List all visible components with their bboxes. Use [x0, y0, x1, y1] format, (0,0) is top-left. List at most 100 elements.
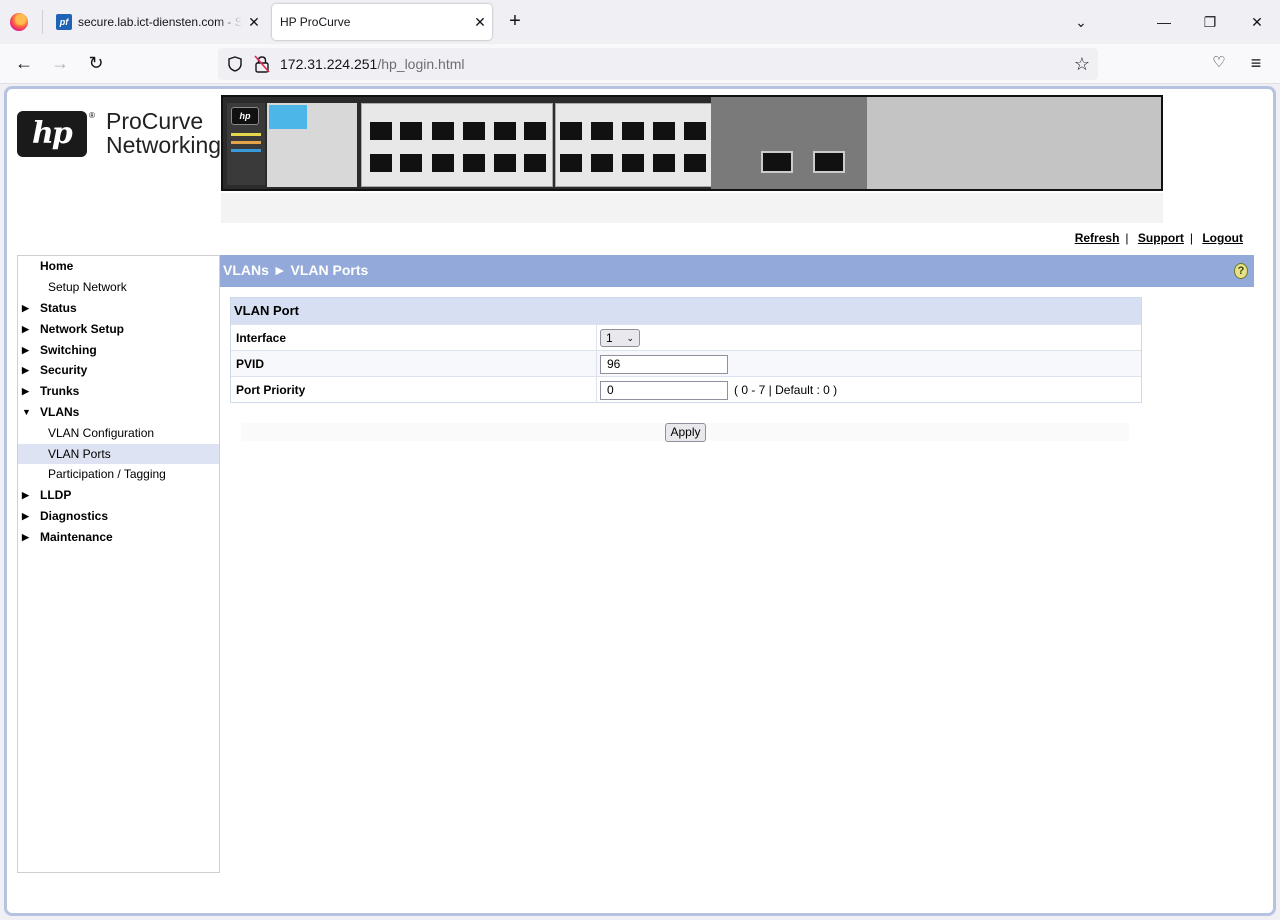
collapsed-arrow-icon: ▶ — [22, 511, 29, 521]
restore-icon[interactable]: ❐ — [1198, 10, 1222, 34]
port-14[interactable] — [560, 154, 582, 172]
sidebar-item-diagnostics[interactable]: ▶ Diagnostics — [18, 506, 219, 526]
reload-icon[interactable]: ↻ — [84, 52, 108, 76]
sidebar-item-lldp[interactable]: ▶ LLDP — [18, 485, 219, 505]
insecure-lock-icon[interactable] — [254, 55, 270, 73]
list-all-tabs-icon[interactable]: ⌄ — [1069, 10, 1093, 34]
sidebar-item-label: Status — [40, 301, 77, 315]
port-priority-label: Port Priority — [236, 383, 306, 397]
port-20[interactable] — [653, 154, 675, 172]
support-link[interactable]: Support — [1138, 231, 1184, 245]
sidebar-item-maintenance[interactable]: ▶ Maintenance — [18, 527, 219, 547]
port-22[interactable] — [684, 154, 706, 172]
minimize-icon[interactable]: — — [1152, 10, 1176, 34]
sidebar-item-vlan-configuration[interactable]: VLAN Configuration — [18, 423, 219, 443]
bookmark-star-icon[interactable]: ☆ — [1074, 54, 1090, 75]
firefox-menu-icon[interactable] — [10, 13, 28, 31]
sidebar-item-trunks[interactable]: ▶ Trunks — [18, 381, 219, 401]
sidebar-item-setup-network[interactable]: Setup Network — [18, 277, 219, 297]
collapsed-arrow-icon: ▶ — [22, 365, 29, 375]
interface-select[interactable]: 1 ⌄ — [600, 329, 640, 347]
url-bar[interactable]: 172.31.224.251/hp_login.html ☆ — [218, 48, 1098, 80]
sidebar-item-label: Diagnostics — [40, 509, 109, 523]
pocket-icon[interactable]: ♡ — [1207, 52, 1231, 76]
back-icon[interactable]: ← — [12, 52, 36, 76]
sidebar-item-label: Home — [40, 259, 74, 273]
collapsed-arrow-icon: ▶ — [22, 532, 29, 542]
sidebar-item-status[interactable]: ▶ Status — [18, 298, 219, 318]
sidebar-item-vlan-ports[interactable]: VLAN Ports — [18, 444, 219, 464]
tab-label: HP ProCurve — [280, 15, 351, 29]
sfp-port-25[interactable] — [761, 151, 793, 173]
tab-close-icon[interactable]: ✕ — [242, 14, 266, 31]
sidebar-item-security[interactable]: ▶ Security — [18, 360, 219, 380]
sidebar-item-label: LLDP — [40, 488, 72, 502]
port-18[interactable] — [622, 154, 644, 172]
shield-icon[interactable] — [228, 56, 242, 72]
port-4[interactable] — [400, 154, 422, 172]
sidebar-item-vlans[interactable]: ▼ VLANs — [18, 402, 219, 422]
port-10[interactable] — [494, 154, 516, 172]
port-16[interactable] — [591, 154, 613, 172]
sidebar-item-participation-tagging[interactable]: Participation / Tagging — [18, 464, 219, 484]
tab-pfsense[interactable]: pf secure.lab.ict-diensten.com - St ✕ — [48, 4, 266, 40]
table-title: VLAN Port — [231, 298, 1141, 324]
brand-line1: ProCurve — [106, 108, 204, 134]
tab-close-icon[interactable]: ✕ — [468, 14, 492, 31]
close-window-icon[interactable]: ✕ — [1245, 10, 1269, 34]
logout-link[interactable]: Logout — [1202, 231, 1243, 245]
cell-divider — [596, 325, 597, 351]
port-9[interactable] — [494, 122, 516, 140]
url-text[interactable]: 172.31.224.251/hp_login.html — [280, 56, 465, 72]
port-17[interactable] — [622, 122, 644, 140]
app-menu-icon[interactable]: ≡ — [1244, 52, 1268, 76]
sidebar-item-network-setup[interactable]: ▶ Network Setup — [18, 319, 219, 339]
registered-mark: ® — [89, 111, 95, 120]
port-priority-input[interactable]: 0 — [600, 381, 728, 400]
switch-front-panel-image: hp — [221, 95, 1163, 191]
port-5[interactable] — [432, 122, 454, 140]
pvid-label: PVID — [236, 357, 265, 371]
port-3[interactable] — [400, 122, 422, 140]
link-separator: | — [1189, 231, 1193, 245]
port-15[interactable] — [591, 122, 613, 140]
port-19[interactable] — [653, 122, 675, 140]
switch-hp-logo: hp — [231, 107, 259, 125]
pvid-input[interactable]: 96 — [600, 355, 728, 374]
pfsense-favicon-icon: pf — [56, 14, 72, 30]
apply-button[interactable]: Apply — [665, 423, 706, 442]
brand-line2: Networking — [106, 132, 222, 158]
port-6[interactable] — [432, 154, 454, 172]
port-21[interactable] — [684, 122, 706, 140]
port-13[interactable] — [560, 122, 582, 140]
sidebar-item-home[interactable]: Home — [18, 256, 219, 276]
hp-logo-text: hp — [32, 116, 73, 151]
interface-selected-value: 1 — [606, 331, 613, 345]
sidebar-item-switching[interactable]: ▶ Switching — [18, 340, 219, 360]
switch-ident-area: hp — [227, 103, 265, 185]
switch-model-panel — [267, 103, 357, 187]
pvid-row: PVID 96 — [231, 350, 1141, 377]
port-7[interactable] — [463, 122, 485, 140]
port-1[interactable] — [370, 122, 392, 140]
locator-led — [231, 149, 261, 154]
port-11[interactable] — [524, 122, 546, 140]
page-content: hp ® ProCurve Networking hp Refresh | Su… — [4, 86, 1276, 916]
refresh-link[interactable]: Refresh — [1075, 231, 1120, 245]
collapsed-arrow-icon: ▶ — [22, 345, 29, 355]
link-separator: | — [1125, 231, 1129, 245]
sfp-port-26[interactable] — [813, 151, 845, 173]
port-8[interactable] — [463, 154, 485, 172]
tab-procurve[interactable]: HP ProCurve ✕ — [272, 4, 492, 40]
sidebar-item-label: VLANs — [40, 405, 80, 419]
sidebar-item-label: Setup Network — [48, 280, 127, 294]
top-links: Refresh | Support | Logout — [1075, 231, 1243, 245]
forward-icon[interactable]: → — [48, 52, 72, 76]
url-path: /hp_login.html — [377, 56, 465, 72]
tab-label: secure.lab.ict-diensten.com - St — [78, 15, 242, 29]
port-2[interactable] — [370, 154, 392, 172]
port-12[interactable] — [524, 154, 546, 172]
help-icon[interactable]: ? — [1234, 263, 1248, 279]
new-tab-icon[interactable]: + — [503, 10, 527, 34]
cell-divider — [596, 377, 597, 403]
